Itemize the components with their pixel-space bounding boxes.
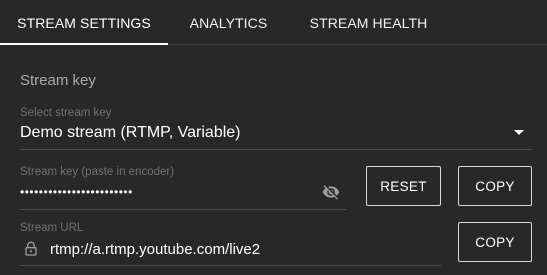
eye-off-icon[interactable]	[321, 183, 341, 201]
tab-stream-health[interactable]: STREAM HEALTH	[289, 0, 448, 45]
chevron-down-icon[interactable]	[514, 130, 524, 135]
lock-icon	[25, 241, 37, 256]
copy-stream-url-button[interactable]: COPY	[458, 222, 532, 262]
stream-url-label: Stream URL	[20, 222, 84, 234]
active-tab-indicator	[0, 43, 168, 45]
select-underline	[20, 149, 532, 150]
stream-key-input[interactable]: ••••••••••••••••••••••••	[20, 185, 133, 199]
select-stream-key-label: Select stream key	[20, 107, 112, 119]
copy-stream-key-button[interactable]: COPY	[458, 166, 532, 206]
section-title: Stream key	[20, 72, 96, 89]
reset-button[interactable]: RESET	[366, 166, 441, 206]
stream-key-label: Stream key (paste in encoder)	[20, 166, 175, 178]
stream-key-underline	[20, 209, 346, 210]
stream-key-select[interactable]: Demo stream (RTMP, Variable)	[20, 124, 510, 142]
stream-url-input[interactable]: rtmp://a.rtmp.youtube.com/live2	[50, 241, 260, 258]
tab-analytics[interactable]: ANALYTICS	[168, 0, 289, 45]
tab-stream-settings[interactable]: STREAM SETTINGS	[0, 0, 168, 45]
tab-bar: STREAM SETTINGS ANALYTICS STREAM HEALTH	[0, 0, 547, 45]
stream-url-underline	[20, 265, 441, 266]
